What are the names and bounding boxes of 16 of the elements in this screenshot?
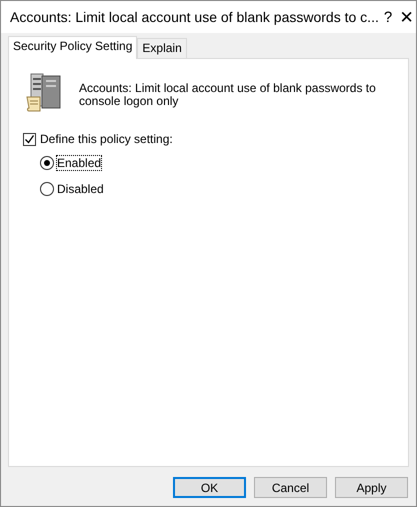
checkbox-label: Define this policy setting: <box>40 132 173 146</box>
radio-label: Enabled <box>57 156 102 170</box>
server-icon <box>25 73 63 113</box>
ok-button[interactable]: OK <box>173 477 246 498</box>
policy-description: Accounts: Limit local account use of blank passwords to console logon only <box>79 80 377 110</box>
radio-button[interactable] <box>40 182 54 196</box>
cancel-button[interactable]: Cancel <box>254 477 327 498</box>
tab[interactable]: Explain <box>137 38 187 58</box>
radio-label: Disabled <box>57 182 104 196</box>
window-title: Accounts: Limit local account use of blank passwords to c... <box>10 9 379 25</box>
tab[interactable]: Security Policy Setting <box>8 36 138 59</box>
checkbox[interactable] <box>23 132 36 146</box>
close-button[interactable]: ✕ <box>397 6 416 28</box>
radio-button[interactable] <box>40 156 54 170</box>
help-button[interactable]: ? <box>378 8 398 26</box>
apply-button[interactable]: Apply <box>335 477 408 498</box>
